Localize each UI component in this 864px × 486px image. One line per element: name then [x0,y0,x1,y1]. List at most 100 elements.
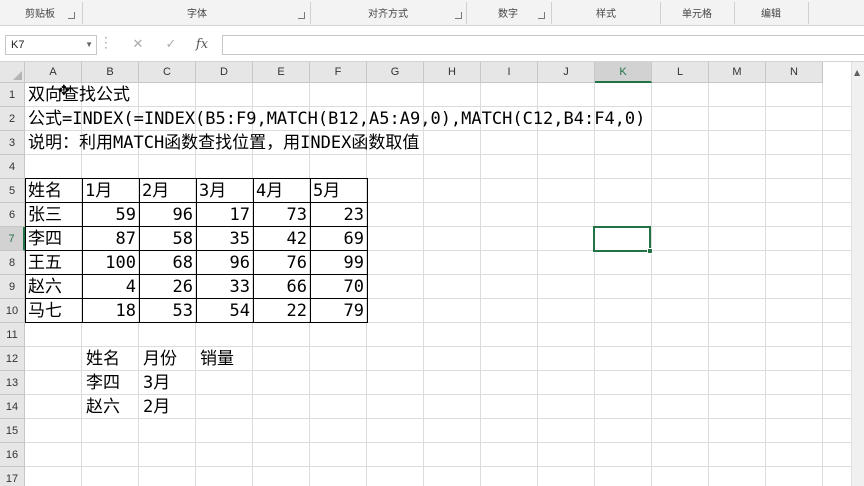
lookup-month-cell[interactable]: 2月 [141,395,170,419]
lookup-header-cell[interactable]: 姓名 [84,347,120,371]
worksheet-grid[interactable]: ABCDEFGHIJKLMN 1 2 3 4 5 6 7 8 9 10 11 12 13 14 15 16 17… [0,62,864,486]
cell-a3-note[interactable]: 说明：利用MATCH函数查找位置，用INDEX函数取值 [26,131,419,155]
name-box[interactable]: K7 ▼ [5,35,97,55]
table-value-cell[interactable]: 66 [253,275,310,299]
row-header-9[interactable]: 9 [0,275,25,299]
ribbon-group-cells[interactable]: 单元格 [662,0,732,26]
table-name-cell[interactable]: 赵六 [26,275,82,299]
cell-a1-title[interactable]: 双向查找公式 [26,83,130,107]
vertical-scrollbar[interactable]: ▲ [851,62,864,486]
alignment-launcher-icon[interactable] [455,12,462,19]
table-name-cell[interactable]: 张三 [26,203,82,227]
row-header-3[interactable]: 3 [0,131,25,155]
table-value-cell[interactable]: 87 [82,227,139,251]
table-value-cell[interactable]: 100 [82,251,139,275]
font-launcher-icon[interactable] [298,12,305,19]
table-name-cell[interactable]: 王五 [26,251,82,275]
row-header-8[interactable]: 8 [0,251,25,275]
row-header-16[interactable]: 16 [0,443,25,467]
row-header-15[interactable]: 15 [0,419,25,443]
table-value-cell[interactable]: 35 [196,227,253,251]
ribbon-group-editing[interactable]: 编辑 [736,0,806,26]
column-header-f[interactable]: F [310,62,367,83]
table-value-cell[interactable]: 99 [310,251,367,275]
table-header-cell[interactable]: 4月 [254,179,310,203]
row-header-4[interactable]: 4 [0,155,25,179]
column-header-d[interactable]: D [196,62,253,83]
column-header-n[interactable]: N [766,62,823,83]
selected-cell-k7[interactable] [593,226,651,252]
column-header-k[interactable]: K [595,62,652,83]
table-value-cell[interactable]: 70 [310,275,367,299]
row-header-10[interactable]: 10 [0,299,25,323]
column-header-c[interactable]: C [139,62,196,83]
table-value-cell[interactable]: 33 [196,275,253,299]
cell-a2-formula-text[interactable]: 公式=INDEX(=INDEX(B5:F9,MATCH(B12,A5:A9,0)… [26,107,645,131]
row-header-14[interactable]: 14 [0,395,25,419]
table-value-cell[interactable]: 69 [310,227,367,251]
table-value-cell[interactable]: 53 [139,299,196,323]
table-header-cell[interactable]: 1月 [83,179,139,203]
column-header-e[interactable]: E [253,62,310,83]
insert-function-icon[interactable]: fx [191,34,213,56]
ribbon-group-number[interactable]: 数字 [468,0,548,26]
table-value-cell[interactable]: 22 [253,299,310,323]
number-launcher-icon[interactable] [538,12,545,19]
table-header-cell[interactable]: 3月 [197,179,253,203]
table-value-cell[interactable]: 79 [310,299,367,323]
table-value-cell[interactable]: 4 [82,275,139,299]
table-name-cell[interactable]: 马七 [26,299,82,323]
column-header-j[interactable]: J [538,62,595,83]
table-value-cell[interactable]: 26 [139,275,196,299]
column-header-m[interactable]: M [709,62,766,83]
column-header-g[interactable]: G [367,62,424,83]
column-header-i[interactable]: I [481,62,538,83]
formula-bar-grip-icon[interactable]: · · · [104,32,108,54]
ribbon-group-alignment[interactable]: 对齐方式 [312,0,464,26]
column-header-a[interactable]: A [25,62,82,83]
row-header-13[interactable]: 13 [0,371,25,395]
table-value-cell[interactable]: 76 [253,251,310,275]
lookup-name-cell[interactable]: 赵六 [84,395,120,419]
table-value-cell[interactable]: 18 [82,299,139,323]
table-header-cell[interactable]: 2月 [140,179,196,203]
row-header-12[interactable]: 12 [0,347,25,371]
row-header-17[interactable]: 17 [0,467,25,486]
table-name-cell[interactable]: 李四 [26,227,82,251]
ribbon-group-styles[interactable]: 样式 [553,0,659,26]
table-value-cell[interactable]: 54 [196,299,253,323]
clipboard-launcher-icon[interactable] [68,12,75,19]
lookup-month-cell[interactable]: 3月 [141,371,170,395]
fill-handle[interactable] [647,248,653,254]
lookup-header-cell[interactable]: 销量 [198,347,234,371]
row-header-5[interactable]: 5 [0,179,25,203]
column-header-b[interactable]: B [82,62,139,83]
lookup-header-cell[interactable]: 月份 [141,347,177,371]
table-value-cell[interactable]: 59 [82,203,139,227]
row-header-7[interactable]: 7 [0,227,25,251]
table-header-cell[interactable]: 5月 [311,179,367,203]
table-value-cell[interactable]: 23 [310,203,367,227]
column-header-h[interactable]: H [424,62,481,83]
cancel-icon[interactable]: ✕ [127,34,149,56]
row-header-1[interactable]: 1 [0,83,25,107]
enter-icon[interactable]: ✓ [160,34,182,56]
table-value-cell[interactable]: 96 [139,203,196,227]
table-value-cell[interactable]: 17 [196,203,253,227]
table-value-cell[interactable]: 68 [139,251,196,275]
table-value-cell[interactable]: 58 [139,227,196,251]
scroll-up-arrow-icon[interactable]: ▲ [854,68,860,77]
select-all-button[interactable] [0,62,25,83]
ribbon-group-font[interactable]: 字体 [84,0,310,26]
table-value-cell[interactable]: 42 [253,227,310,251]
lookup-name-cell[interactable]: 李四 [84,371,120,395]
column-header-l[interactable]: L [652,62,709,83]
table-value-cell[interactable]: 73 [253,203,310,227]
table-header-cell[interactable]: 姓名 [26,179,82,203]
table-value-cell[interactable]: 96 [196,251,253,275]
formula-input[interactable] [222,35,864,55]
row-header-2[interactable]: 2 [0,107,25,131]
row-header-6[interactable]: 6 [0,203,25,227]
chevron-down-icon[interactable]: ▼ [85,36,93,54]
row-header-11[interactable]: 11 [0,323,25,347]
